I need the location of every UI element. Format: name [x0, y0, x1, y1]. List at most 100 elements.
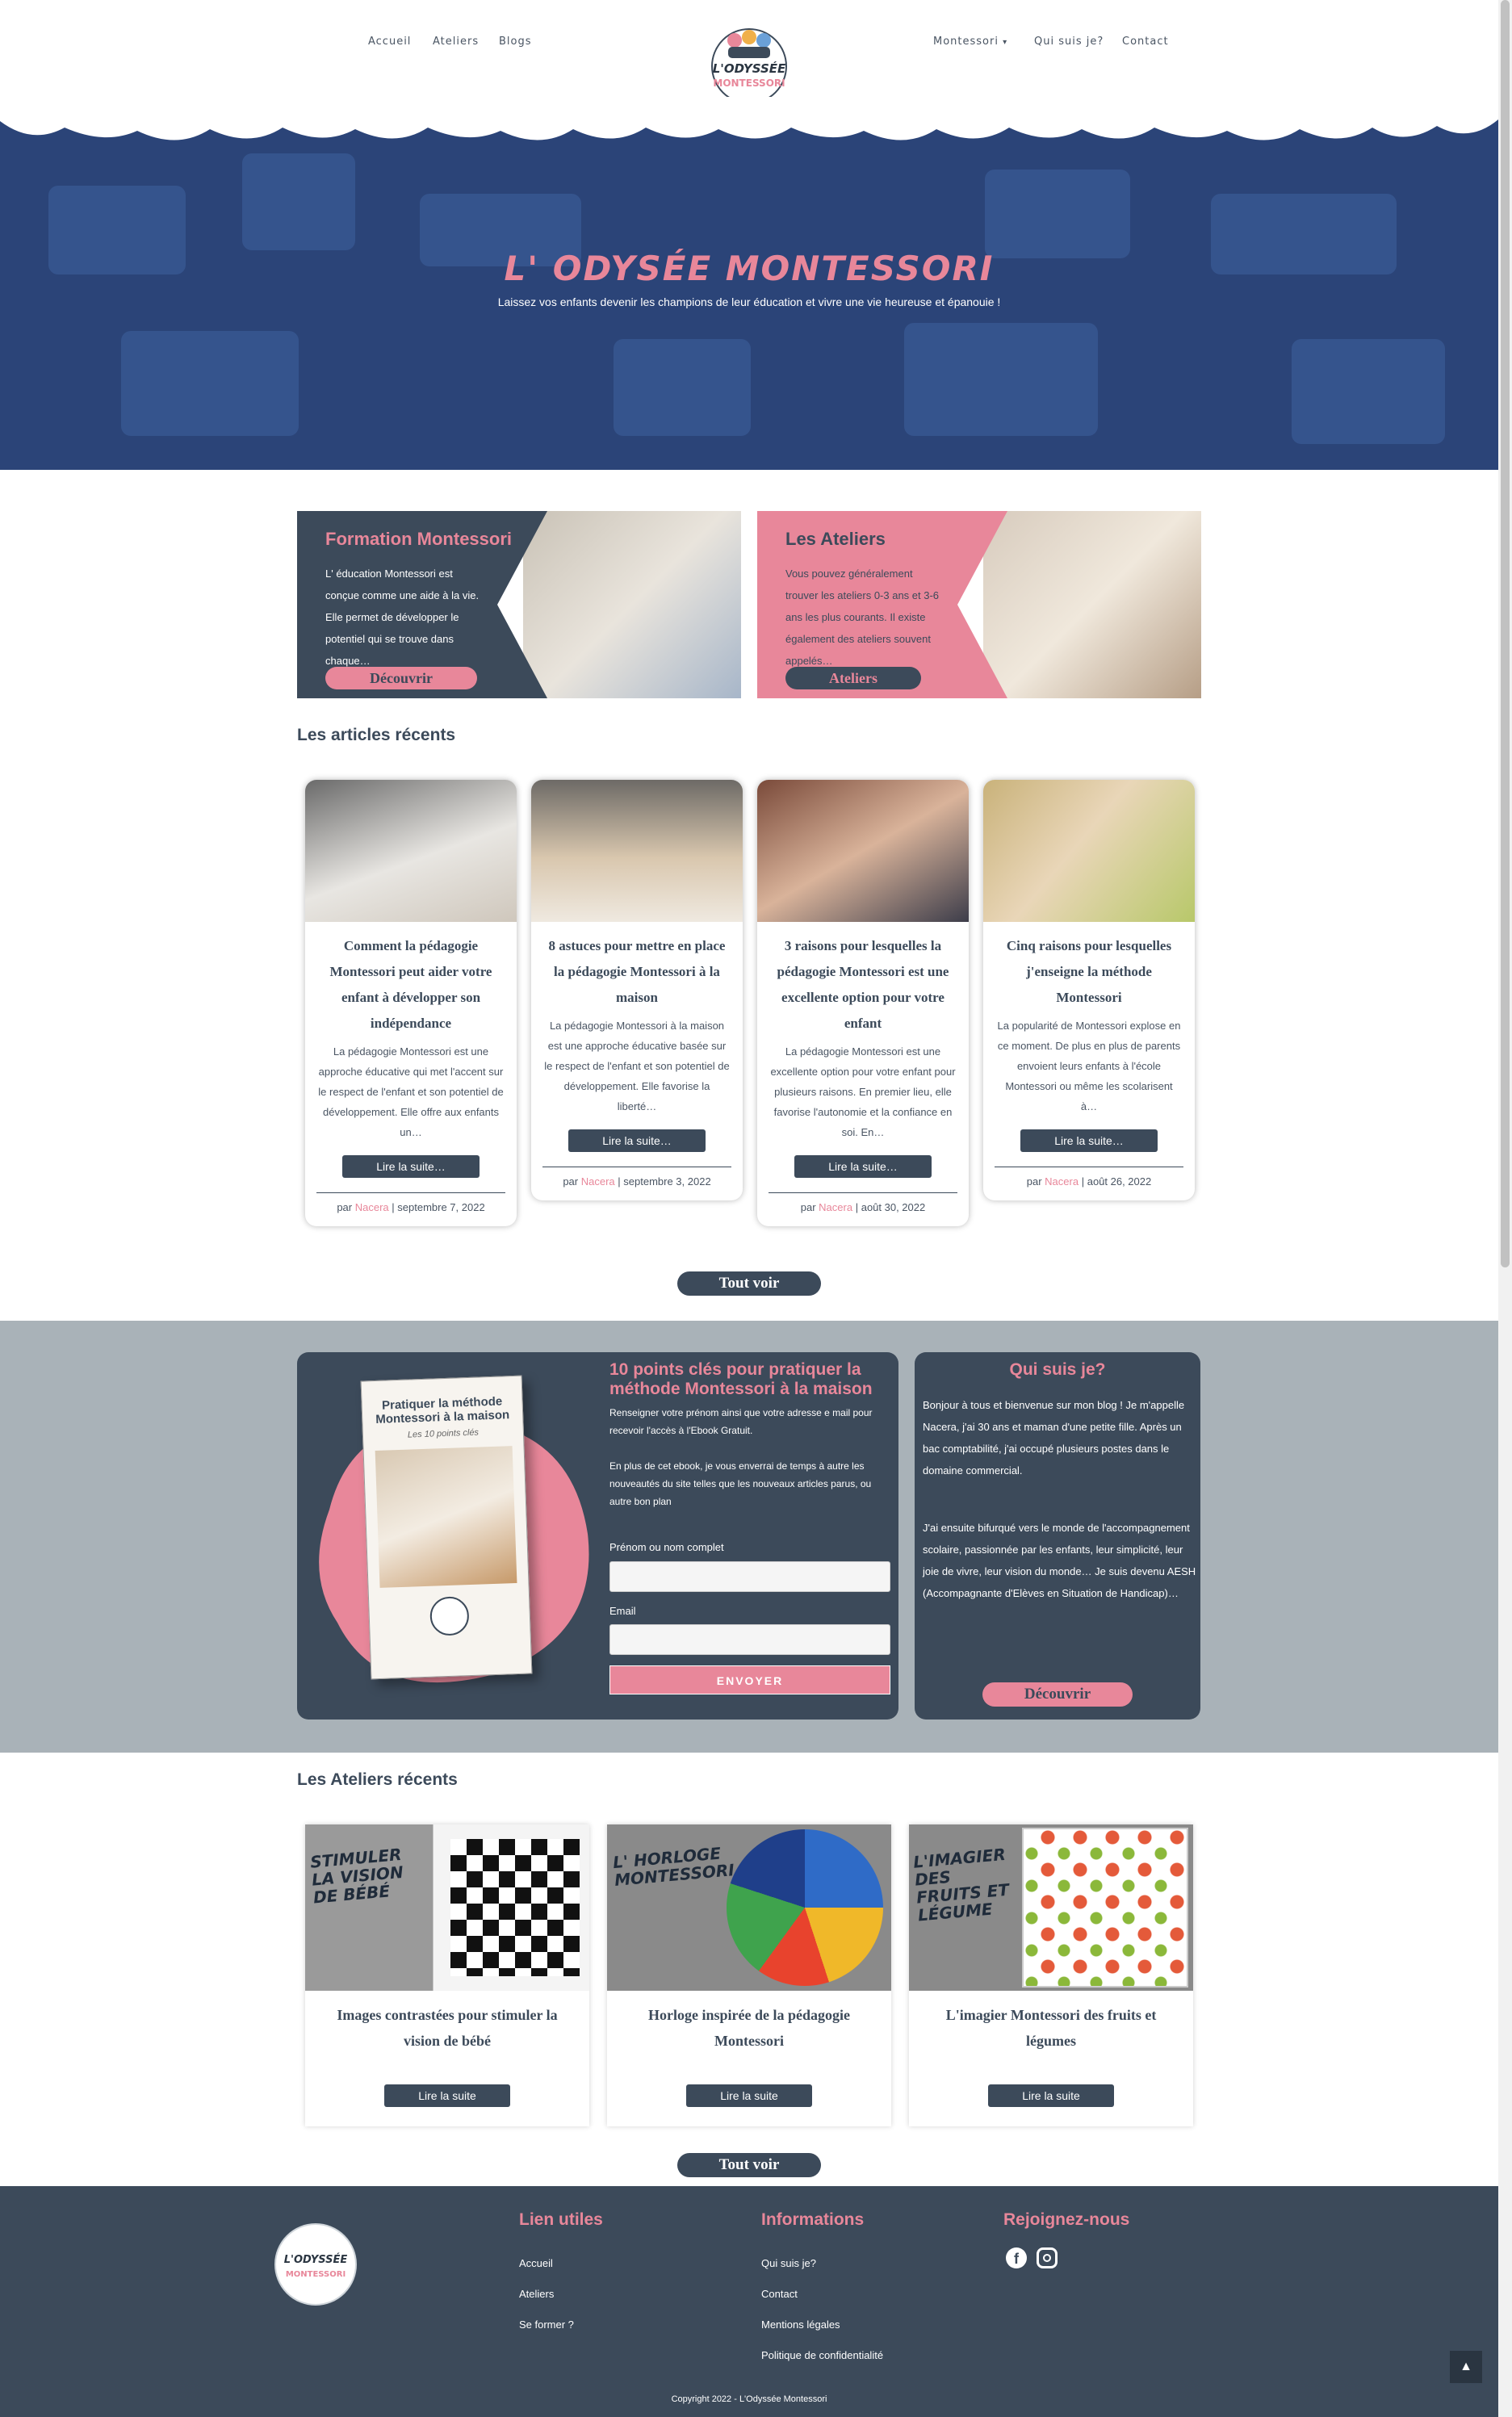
author-link[interactable]: Nacera	[355, 1201, 389, 1213]
meta-by: par	[337, 1201, 353, 1213]
page-scrollbar[interactable]	[1498, 0, 1512, 2417]
workshop-image[interactable]: L'IMAGIER DES FRUITS ET LÉGUME	[909, 1824, 1193, 1991]
email-field[interactable]	[609, 1624, 890, 1655]
promo-formation-text: L' éducation Montessori est conçue comme…	[325, 568, 480, 667]
nav-qui-suis-je[interactable]: Qui suis je?	[1034, 36, 1104, 48]
about-paragraph-1: Bonjour à tous et bienvenue sur mon blog…	[923, 1399, 1185, 1477]
see-all-articles-button[interactable]: Tout voir	[677, 1271, 821, 1296]
nav-ateliers[interactable]: Ateliers	[433, 36, 479, 48]
footer-logo[interactable]: L'ODYSSÉE MONTESSORI	[274, 2223, 357, 2306]
footer-link-ateliers[interactable]: Ateliers	[519, 2288, 554, 2300]
puzzle-tile	[1292, 339, 1445, 444]
site-header: Accueil Ateliers Blogs L'ODYSSÉE MONTESS…	[0, 0, 1498, 113]
article-title[interactable]: Comment la pédagogie Montessori peut aid…	[305, 922, 517, 1037]
article-title[interactable]: 3 raisons pour lesquelles la pédagogie M…	[757, 922, 969, 1037]
fruit-chart	[1022, 1828, 1188, 1988]
facebook-icon[interactable]: f	[1006, 2247, 1027, 2268]
ebook-title: Pratiquer la méthode Montessori à la mai…	[375, 1394, 510, 1426]
workshop-image[interactable]: L' HORLOGE MONTESSORI	[607, 1824, 891, 1991]
workshop-image[interactable]: STIMULER LA VISION DE BÉBÉ	[305, 1824, 589, 1991]
author-link[interactable]: Nacera	[581, 1175, 615, 1188]
footer-logo-text-1: L'ODYSSÉE	[283, 2254, 348, 2266]
read-more-button[interactable]: Lire la suite	[384, 2084, 510, 2107]
article-excerpt: La pédagogie Montessori est une approche…	[318, 1045, 504, 1138]
nav-montessori[interactable]: Montessori ▾	[933, 36, 1007, 48]
arrow-up-icon[interactable]: ▲	[1450, 2351, 1482, 2383]
ebook-cover: Pratiquer la méthode Montessori à la mai…	[360, 1375, 533, 1680]
read-more-button[interactable]: Lire la suite	[686, 2084, 812, 2107]
article-excerpt: La pédagogie Montessori à la maison est …	[544, 1020, 730, 1112]
workshop-title[interactable]: Horloge inspirée de la pédagogie Montess…	[607, 1991, 891, 2054]
workshop-card[interactable]: L'IMAGIER DES FRUITS ET LÉGUME L'imagier…	[909, 1824, 1193, 2126]
article-date: | août 30, 2022	[855, 1201, 926, 1213]
article-date: | septembre 3, 2022	[618, 1175, 711, 1188]
promo-formation-title: Formation Montessori	[325, 529, 513, 549]
read-more-button[interactable]: Lire la suite…	[342, 1155, 480, 1178]
author-link[interactable]: Nacera	[1045, 1175, 1079, 1188]
footer-link-contact[interactable]: Contact	[761, 2288, 798, 2300]
article-title[interactable]: Cinq raisons pour lesquelles j'enseigne …	[983, 922, 1195, 1011]
footer-link-mentions[interactable]: Mentions légales	[761, 2319, 840, 2331]
footer-link-accueil[interactable]: Accueil	[519, 2257, 553, 2269]
about-paragraph-2: J'ai ensuite bifurqué vers le monde de l…	[923, 1522, 1196, 1599]
footer-logo-text-2: MONTESSORI	[285, 2270, 346, 2279]
decouvrir-button[interactable]: Découvrir	[325, 667, 477, 689]
meta-by: par	[800, 1201, 816, 1213]
read-more-button[interactable]: Lire la suite	[988, 2084, 1114, 2107]
name-field[interactable]	[609, 1561, 890, 1592]
puzzle-tile	[242, 153, 355, 250]
nav-montessori-label: Montessori	[933, 36, 999, 48]
article-image[interactable]	[983, 780, 1195, 922]
nav-accueil[interactable]: Accueil	[368, 36, 411, 48]
article-title[interactable]: 8 astuces pour mettre en place la pédago…	[531, 922, 743, 1011]
nav-contact[interactable]: Contact	[1122, 36, 1169, 48]
read-more-button[interactable]: Lire la suite…	[1020, 1129, 1158, 1152]
read-more-button[interactable]: Lire la suite…	[568, 1129, 706, 1152]
article-image[interactable]	[305, 780, 517, 922]
puzzle-tile	[904, 323, 1098, 436]
article-excerpt: La pédagogie Montessori est une excellen…	[770, 1045, 956, 1138]
workshop-overlay-text: L' HORLOGE MONTESSORI	[612, 1843, 735, 1891]
workshop-title[interactable]: L'imagier Montessori des fruits et légum…	[909, 1991, 1193, 2054]
article-image[interactable]	[531, 780, 743, 922]
article-card[interactable]: 8 astuces pour mettre en place la pédago…	[531, 780, 743, 1200]
article-card[interactable]: Comment la pédagogie Montessori peut aid…	[305, 780, 517, 1226]
footer-link-qui-suis-je[interactable]: Qui suis je?	[761, 2257, 816, 2269]
footer-links-title: Lien utiles	[519, 2210, 603, 2229]
meta-by: par	[563, 1175, 579, 1188]
read-more-button[interactable]: Lire la suite…	[794, 1155, 932, 1178]
footer-link-se-former[interactable]: Se former ?	[519, 2319, 574, 2331]
submit-button[interactable]: ENVOYER	[609, 1665, 890, 1694]
recent-workshops-title: Les Ateliers récents	[297, 1770, 458, 1789]
see-all-workshops-button[interactable]: Tout voir	[677, 2153, 821, 2177]
page: Accueil Ateliers Blogs L'ODYSSÉE MONTESS…	[0, 0, 1498, 2417]
hero-title: L' ODYSÉE MONTESSORI	[504, 249, 995, 288]
nav-blogs[interactable]: Blogs	[499, 36, 532, 48]
promo-ateliers-title: Les Ateliers	[785, 529, 886, 549]
article-meta: par Nacera | septembre 3, 2022	[542, 1167, 731, 1200]
about-title: Qui suis je?	[1009, 1360, 1106, 1379]
footer-link-confidentialite[interactable]: Politique de confidentialité	[761, 2349, 883, 2361]
about-decouvrir-button[interactable]: Découvrir	[982, 1682, 1133, 1707]
copyright: Copyright 2022 - L'Odyssée Montessori	[671, 2394, 827, 2404]
promo-ateliers-text: Vous pouvez généralement trouver les ate…	[785, 568, 940, 667]
cloud-divider	[0, 97, 1498, 140]
workshop-title[interactable]: Images contrastées pour stimuler la visi…	[305, 1991, 589, 2054]
puzzle-tile	[614, 339, 751, 436]
meta-by: par	[1026, 1175, 1042, 1188]
article-image[interactable]	[757, 780, 969, 922]
workshop-overlay-text: L'IMAGIER DES FRUITS ET LÉGUME	[912, 1844, 1010, 1925]
name-label: Prénom ou nom complet	[609, 1541, 724, 1553]
article-meta: par Nacera | septembre 7, 2022	[316, 1192, 505, 1226]
promo-ateliers: Les Ateliers Vous pouvez généralement tr…	[757, 511, 1201, 698]
article-card[interactable]: 3 raisons pour lesquelles la pédagogie M…	[757, 780, 969, 1226]
author-link[interactable]: Nacera	[819, 1201, 852, 1213]
scrollbar-thumb[interactable]	[1501, 0, 1510, 1267]
newsletter-desc-2: En plus de cet ebook, je vous enverrai d…	[609, 1460, 872, 1507]
article-card[interactable]: Cinq raisons pour lesquelles j'enseigne …	[983, 780, 1195, 1200]
workshop-card[interactable]: L' HORLOGE MONTESSORI Horloge inspirée d…	[607, 1824, 891, 2126]
instagram-icon[interactable]	[1037, 2247, 1058, 2268]
logo-text-1: L'ODYSSÉE	[712, 61, 786, 76]
workshop-card[interactable]: STIMULER LA VISION DE BÉBÉ Images contra…	[305, 1824, 589, 2126]
ateliers-button[interactable]: Ateliers	[785, 667, 921, 689]
